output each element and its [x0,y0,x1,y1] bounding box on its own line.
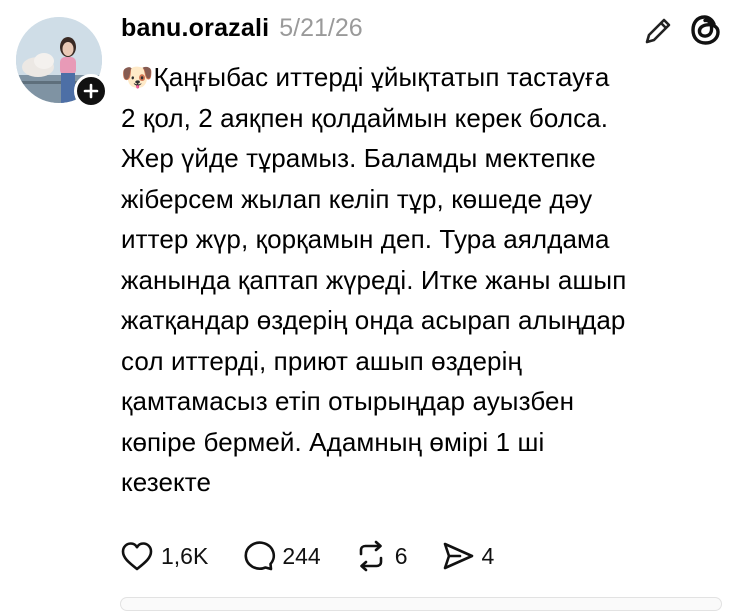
timestamp: 5/21/26 [279,13,363,42]
comment-icon [244,541,276,571]
post-header: banu.orazali 5/21/26 [121,10,363,46]
share-count: 4 [481,542,495,569]
plus-icon [83,83,99,99]
share-button[interactable]: 4 [440,538,495,574]
like-button[interactable]: 1,6K [119,538,208,574]
reply-composer-edge[interactable] [120,597,722,611]
send-icon [443,542,473,570]
repost-button[interactable]: 6 [353,538,408,574]
heart-icon [121,542,153,571]
threads-logo-icon[interactable] [688,12,724,48]
username-link[interactable]: banu.orazali [121,14,269,43]
like-count: 1,6K [161,542,209,569]
post-actions: 1,6K 244 6 4 [119,536,526,576]
post-text: 🐶Қаңғыбас иттерді ұйықтатып тастауға 2 қ… [121,62,627,497]
repost-icon [359,540,383,572]
follow-button[interactable] [74,74,108,108]
edit-pencil-icon[interactable] [641,14,675,48]
reply-button[interactable]: 244 [240,538,321,574]
repost-count: 6 [394,542,408,569]
reply-count: 244 [282,542,321,569]
